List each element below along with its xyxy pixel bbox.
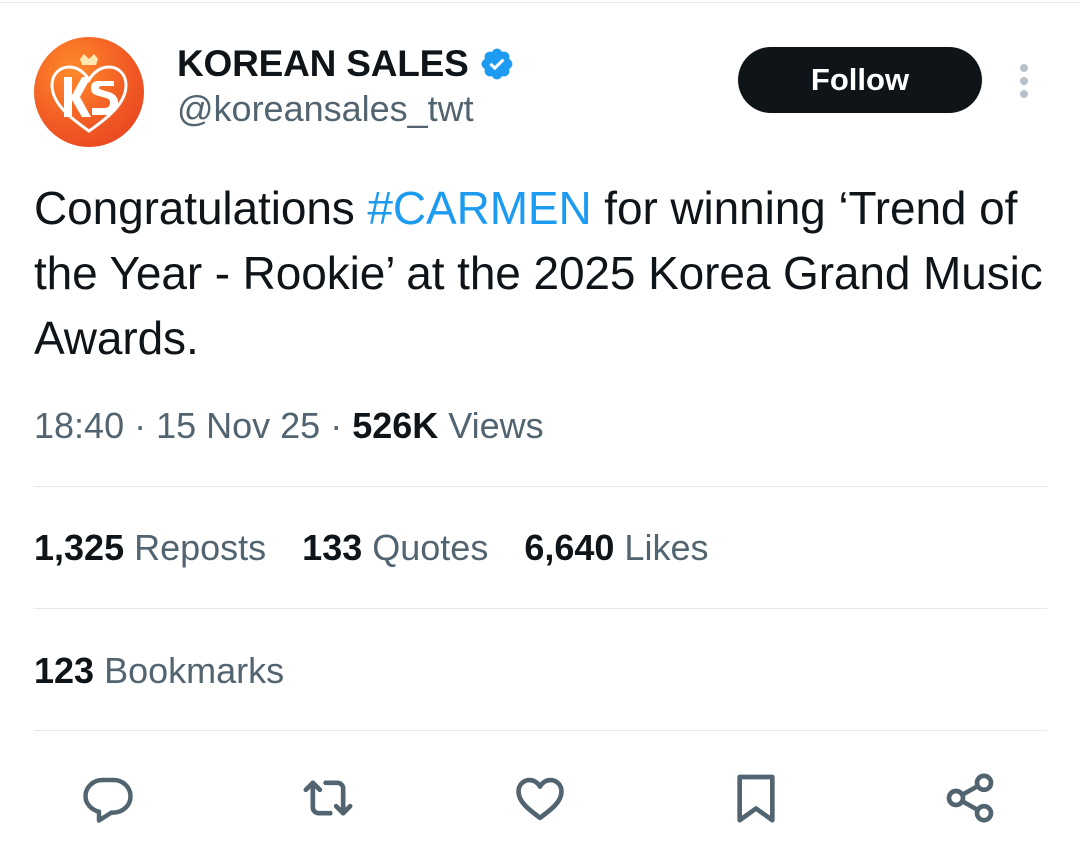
- meta-separator: ·: [320, 405, 353, 446]
- like-icon[interactable]: [510, 768, 570, 828]
- tweet-text: Congratulations #CARMEN for winning ‘Tre…: [34, 176, 1044, 371]
- likes-count: 6,640: [524, 527, 615, 568]
- tweet-date[interactable]: 15 Nov 25: [156, 405, 320, 446]
- repost-icon[interactable]: [298, 768, 358, 828]
- views-label: Views: [438, 405, 544, 446]
- bookmarks-label: Bookmarks: [94, 650, 285, 691]
- tweet-time[interactable]: 18:40: [34, 405, 124, 446]
- top-divider: [0, 2, 1080, 3]
- ks-logo-icon: [50, 54, 128, 133]
- display-name[interactable]: KOREAN SALES: [177, 43, 469, 85]
- engagement-stats: 1,325 Reposts 133 Quotes 6,640 Likes: [34, 527, 744, 569]
- bookmark-icon[interactable]: [726, 768, 786, 828]
- tweet-text-part: Congratulations: [34, 182, 368, 234]
- likes-stat[interactable]: 6,640 Likes: [524, 527, 708, 569]
- verified-badge-icon: [479, 46, 515, 82]
- follow-button[interactable]: Follow: [738, 47, 982, 113]
- quotes-count: 133: [302, 527, 363, 568]
- reposts-stat[interactable]: 1,325 Reposts: [34, 527, 266, 569]
- bookmarks-stat[interactable]: 123 Bookmarks: [34, 650, 284, 692]
- quotes-label: Quotes: [362, 527, 489, 568]
- account-handle[interactable]: @koreansales_twt: [177, 88, 474, 130]
- meta-separator: ·: [124, 405, 157, 446]
- bookmarks-count: 123: [34, 650, 95, 691]
- reply-icon[interactable]: [78, 768, 138, 828]
- share-icon[interactable]: [940, 768, 1000, 828]
- divider: [34, 486, 1047, 487]
- divider: [34, 730, 1047, 731]
- tweet-meta: 18:40 · 15 Nov 25 · 526K Views: [34, 405, 544, 447]
- reposts-count: 1,325: [34, 527, 125, 568]
- quotes-stat[interactable]: 133 Quotes: [302, 527, 488, 569]
- avatar[interactable]: [34, 37, 144, 147]
- views-count: 526K: [352, 405, 439, 446]
- display-name-row[interactable]: KOREAN SALES: [177, 42, 515, 86]
- divider: [34, 608, 1047, 609]
- likes-label: Likes: [614, 527, 709, 568]
- hashtag-link[interactable]: #CARMEN: [367, 182, 591, 234]
- more-options-icon[interactable]: [1010, 62, 1038, 102]
- reposts-label: Reposts: [124, 527, 267, 568]
- tweet-detail: KOREAN SALES @koreansales_twt Follow Con…: [0, 0, 1080, 863]
